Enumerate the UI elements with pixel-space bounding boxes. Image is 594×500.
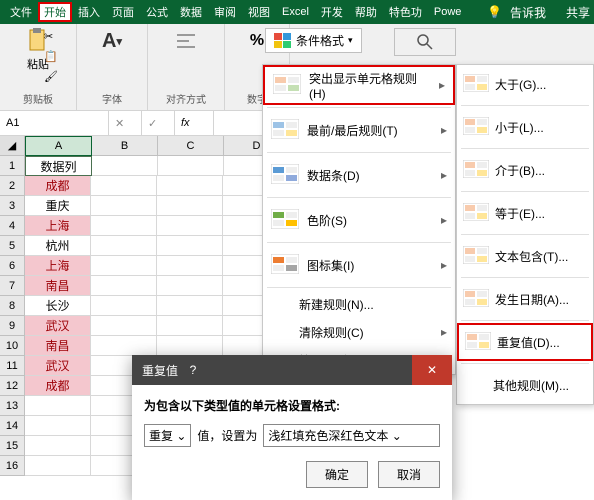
conditional-format-button[interactable]: 条件格式▾ <box>265 28 362 53</box>
tab-view[interactable]: 视图 <box>242 2 276 22</box>
tab-home[interactable]: 开始 <box>38 2 72 22</box>
rule-icon <box>463 203 489 223</box>
title-bar: 文件 开始 插入 页面 公式 数据 审阅 视图 Excel 开发 帮助 特色功 … <box>0 0 594 24</box>
search-icon <box>417 34 433 50</box>
menu-item[interactable]: 色阶(S)▸ <box>263 200 455 240</box>
fx-confirm[interactable]: ✓ <box>142 111 175 135</box>
tab-excel[interactable]: Excel <box>276 4 315 20</box>
help-icon[interactable]: ? <box>178 363 208 377</box>
submenu-item[interactable]: 发生日期(A)... <box>457 280 593 318</box>
rule-icon <box>273 74 301 96</box>
find-button[interactable] <box>394 28 456 56</box>
menu-item[interactable]: 新建规则(N)... <box>263 290 455 318</box>
menu-item[interactable]: 突出显示单元格规则(H)▸ <box>263 65 455 105</box>
cell-A2[interactable]: 成都 <box>25 176 91 196</box>
clipboard-label: 剪贴板 <box>23 91 53 106</box>
cell-A7[interactable]: 南昌 <box>25 276 91 296</box>
select-all[interactable]: ◢ <box>0 136 25 156</box>
menu-item[interactable]: 清除规则(C)▸ <box>263 318 455 346</box>
cancel-button[interactable]: 取消 <box>378 461 440 488</box>
ok-button[interactable]: 确定 <box>306 461 368 488</box>
tab-dev[interactable]: 开发 <box>315 2 349 22</box>
submenu-item[interactable]: 等于(E)... <box>457 194 593 232</box>
row-10[interactable]: 10 <box>0 336 25 356</box>
dialog-desc: 为包含以下类型值的单元格设置格式: <box>144 399 340 413</box>
align-icon[interactable] <box>173 28 199 54</box>
rule-icon <box>271 254 299 276</box>
rule-icon <box>271 119 299 141</box>
tab-insert[interactable]: 插入 <box>72 2 106 22</box>
tab-formula[interactable]: 公式 <box>140 2 174 22</box>
row-1[interactable]: 1 <box>0 156 25 176</box>
rule-icon <box>463 160 489 180</box>
cell-A10[interactable]: 南昌 <box>25 336 91 356</box>
rule-icon <box>463 289 489 309</box>
row-3[interactable]: 3 <box>0 196 25 216</box>
rule-icon <box>271 209 299 231</box>
cell-A5[interactable]: 杭州 <box>25 236 91 256</box>
rule-icon <box>463 246 489 266</box>
rule-icon <box>271 164 299 186</box>
close-icon[interactable]: ✕ <box>412 355 452 385</box>
duplicate-values-dialog: 重复值 ? ✕ 为包含以下类型值的单元格设置格式: 重复 ⌄ 值，设置为 浅红填… <box>132 355 452 500</box>
rule-icon <box>463 74 489 94</box>
tab-layout[interactable]: 页面 <box>106 2 140 22</box>
submenu-item[interactable]: 小于(L)... <box>457 108 593 146</box>
col-A[interactable]: A <box>25 136 92 156</box>
tab-file[interactable]: 文件 <box>4 2 38 22</box>
cell-A8[interactable]: 长沙 <box>25 296 91 316</box>
cell-A4[interactable]: 上海 <box>25 216 91 236</box>
submenu-item[interactable]: 介于(B)... <box>457 151 593 189</box>
submenu-item[interactable]: 文本包含(T)... <box>457 237 593 275</box>
other-rules[interactable]: 其他规则(M)... <box>457 366 593 404</box>
tab-special[interactable]: 特色功 <box>383 2 428 22</box>
row-5[interactable]: 5 <box>0 236 25 256</box>
cell-A6[interactable]: 上海 <box>25 256 91 276</box>
row-8[interactable]: 8 <box>0 296 25 316</box>
cell-A12[interactable]: 成都 <box>25 376 91 396</box>
submenu-item[interactable]: 重复值(D)... <box>457 323 593 361</box>
col-B[interactable]: B <box>92 136 158 156</box>
tab-review[interactable]: 审阅 <box>208 2 242 22</box>
cell-A11[interactable]: 武汉 <box>25 356 91 376</box>
share-button[interactable]: 共享 <box>566 4 590 21</box>
name-box[interactable]: A1 <box>0 111 109 135</box>
rule-icon <box>465 332 491 352</box>
row-4[interactable]: 4 <box>0 216 25 236</box>
set-label: 值，设置为 <box>197 427 257 444</box>
dialog-title: 重复值 <box>142 362 178 379</box>
highlight-rules-submenu: 大于(G)... 小于(L)... 介于(B)... 等于(E)... 文本包含(T).… <box>456 64 594 405</box>
rule-icon <box>463 117 489 137</box>
row-12[interactable]: 12 <box>0 376 25 396</box>
tab-power[interactable]: Powe <box>428 4 468 20</box>
fx-cancel[interactable]: ✕ <box>109 111 142 135</box>
type-select[interactable]: 重复 ⌄ <box>144 424 191 447</box>
row-6[interactable]: 6 <box>0 256 25 276</box>
row-11[interactable]: 11 <box>0 356 25 376</box>
cell-A1[interactable]: 数据列 <box>25 156 92 176</box>
cf-menu: 突出显示单元格规则(H)▸ 最前/最后规则(T)▸ 数据条(D)▸ 色阶(S)▸ 图标集… <box>262 64 456 375</box>
row-9[interactable]: 9 <box>0 316 25 336</box>
font-icon[interactable]: A▾ <box>99 28 125 54</box>
col-C[interactable]: C <box>158 136 224 156</box>
submenu-item[interactable]: 大于(G)... <box>457 65 593 103</box>
tab-help[interactable]: 帮助 <box>349 2 383 22</box>
tell-me[interactable]: 告诉我 <box>510 4 546 21</box>
cell-A3[interactable]: 重庆 <box>25 196 91 216</box>
copy-icon[interactable]: 📋 <box>44 50 58 63</box>
lightbulb-icon[interactable]: 💡 <box>487 5 502 19</box>
format-painter-icon[interactable]: 🖌 <box>44 70 58 83</box>
tab-data[interactable]: 数据 <box>174 2 208 22</box>
cut-icon[interactable]: ✂ <box>44 30 53 43</box>
menu-item[interactable]: 最前/最后规则(T)▸ <box>263 110 455 150</box>
format-select[interactable]: 浅红填充色深红色文本 ⌄ <box>263 424 440 447</box>
menu-item[interactable]: 图标集(I)▸ <box>263 245 455 285</box>
cell-A9[interactable]: 武汉 <box>25 316 91 336</box>
row-7[interactable]: 7 <box>0 276 25 296</box>
menu-item[interactable]: 数据条(D)▸ <box>263 155 455 195</box>
row-2[interactable]: 2 <box>0 176 25 196</box>
fx-icon[interactable]: fx <box>175 111 214 135</box>
cf-icon <box>274 33 292 49</box>
